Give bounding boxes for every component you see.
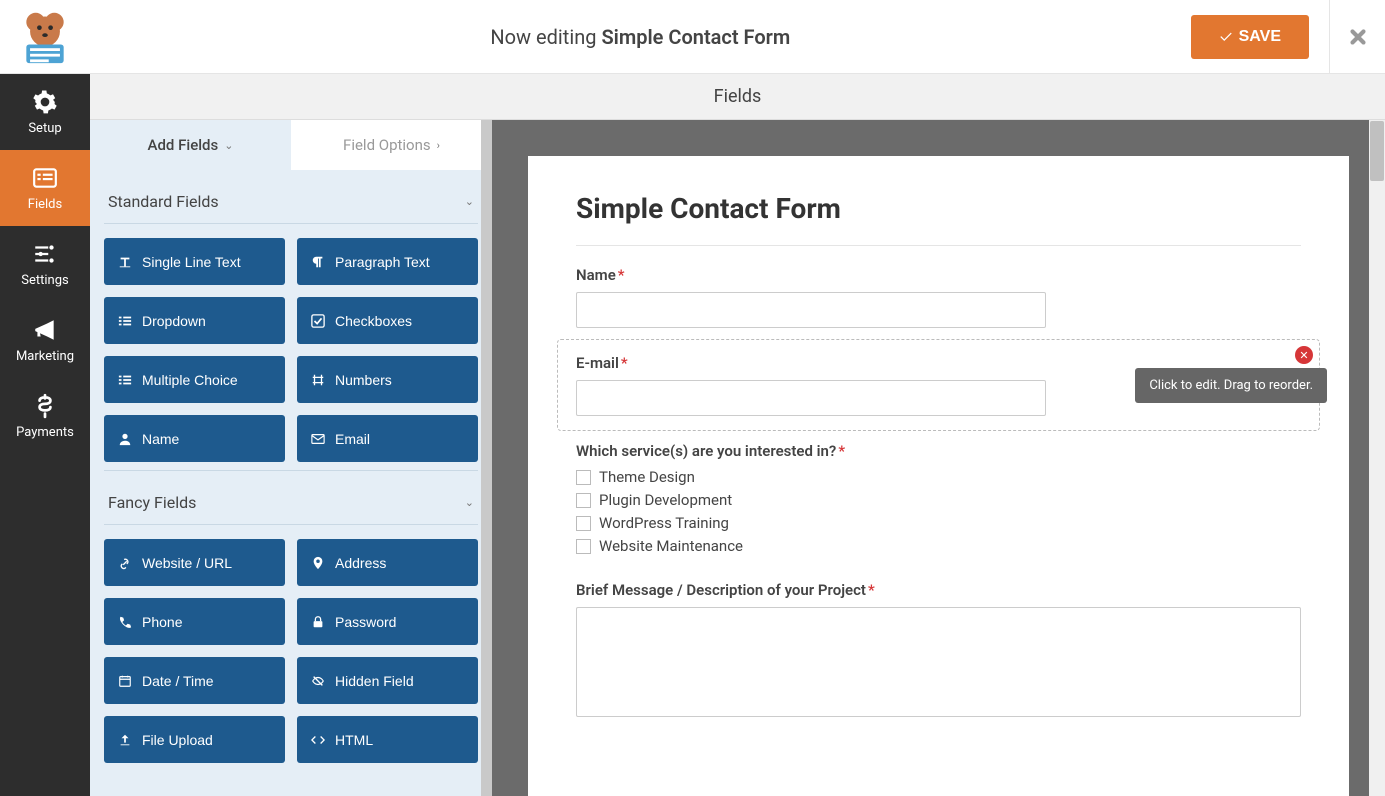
field-name[interactable]: Name [104, 415, 285, 462]
field-services[interactable]: Which service(s) are you interested in?*… [576, 442, 1301, 555]
sidebar-scrollbar[interactable] [481, 120, 492, 796]
checkbox-option[interactable]: Website Maintenance [576, 537, 1301, 555]
main-nav: Setup Fields Settings Marketing Payments [0, 74, 90, 796]
field-html[interactable]: HTML [297, 716, 478, 763]
nav-settings[interactable]: Settings [0, 226, 90, 302]
field-name[interactable]: Name* [576, 266, 1301, 328]
checkbox-option[interactable]: WordPress Training [576, 514, 1301, 532]
checkbox-option[interactable]: Plugin Development [576, 491, 1301, 509]
form-title: Simple Contact Form [576, 192, 1301, 246]
form-canvas[interactable]: Simple Contact Form Name* ✕ Click to edi… [528, 156, 1349, 796]
group-standard-fields[interactable]: Standard Fields⌄ [104, 170, 478, 224]
close-button[interactable] [1329, 0, 1385, 74]
name-input[interactable] [576, 292, 1046, 328]
field-tooltip: Click to edit. Drag to reorder. [1135, 368, 1327, 403]
chevron-down-icon: ⌄ [465, 496, 474, 509]
checkbox-input[interactable] [576, 470, 591, 485]
editing-title: Now editing Simple Contact Form [90, 25, 1191, 49]
field-hidden[interactable]: Hidden Field [297, 657, 478, 704]
field-address[interactable]: Address [297, 539, 478, 586]
field-file-upload[interactable]: File Upload [104, 716, 285, 763]
field-label: Name* [576, 266, 1301, 284]
checkbox-input[interactable] [576, 539, 591, 554]
fields-sidebar: Add Fields⌄ Field Options› Standard Fiel… [90, 120, 492, 796]
field-password[interactable]: Password [297, 598, 478, 645]
nav-fields[interactable]: Fields [0, 150, 90, 226]
tab-field-options[interactable]: Field Options› [291, 120, 492, 170]
field-single-line-text[interactable]: Single Line Text [104, 238, 285, 285]
field-email[interactable]: Email [297, 415, 478, 462]
checkbox-input[interactable] [576, 516, 591, 531]
chevron-down-icon: ⌄ [465, 195, 474, 208]
chevron-right-icon: › [437, 139, 440, 152]
group-fancy-fields[interactable]: Fancy Fields⌄ [104, 471, 478, 525]
field-checkboxes[interactable]: Checkboxes [297, 297, 478, 344]
checkbox-input[interactable] [576, 493, 591, 508]
field-website-url[interactable]: Website / URL [104, 539, 285, 586]
form-preview: Simple Contact Form Name* ✕ Click to edi… [492, 120, 1385, 796]
nav-payments[interactable]: Payments [0, 378, 90, 454]
field-date-time[interactable]: Date / Time [104, 657, 285, 704]
field-multiple-choice[interactable]: Multiple Choice [104, 356, 285, 403]
field-phone[interactable]: Phone [104, 598, 285, 645]
field-label: Which service(s) are you interested in?* [576, 442, 1301, 460]
email-input[interactable] [576, 380, 1046, 416]
chevron-down-icon: ⌄ [224, 139, 233, 152]
topbar: Now editing Simple Contact Form SAVE [0, 0, 1385, 74]
field-label: Brief Message / Description of your Proj… [576, 581, 1301, 599]
field-paragraph-text[interactable]: Paragraph Text [297, 238, 478, 285]
nav-setup[interactable]: Setup [0, 74, 90, 150]
section-title: Fields [90, 74, 1385, 120]
delete-field-button[interactable]: ✕ [1295, 346, 1313, 364]
app-logo [0, 9, 90, 65]
nav-marketing[interactable]: Marketing [0, 302, 90, 378]
field-message[interactable]: Brief Message / Description of your Proj… [576, 581, 1301, 721]
checkbox-option[interactable]: Theme Design [576, 468, 1301, 486]
field-email[interactable]: ✕ Click to edit. Drag to reorder. E-mail… [557, 339, 1320, 431]
preview-scrollbar[interactable] [1369, 120, 1385, 796]
field-dropdown[interactable]: Dropdown [104, 297, 285, 344]
field-numbers[interactable]: Numbers [297, 356, 478, 403]
message-textarea[interactable] [576, 607, 1301, 717]
save-button[interactable]: SAVE [1191, 15, 1309, 59]
tab-add-fields[interactable]: Add Fields⌄ [90, 120, 291, 170]
